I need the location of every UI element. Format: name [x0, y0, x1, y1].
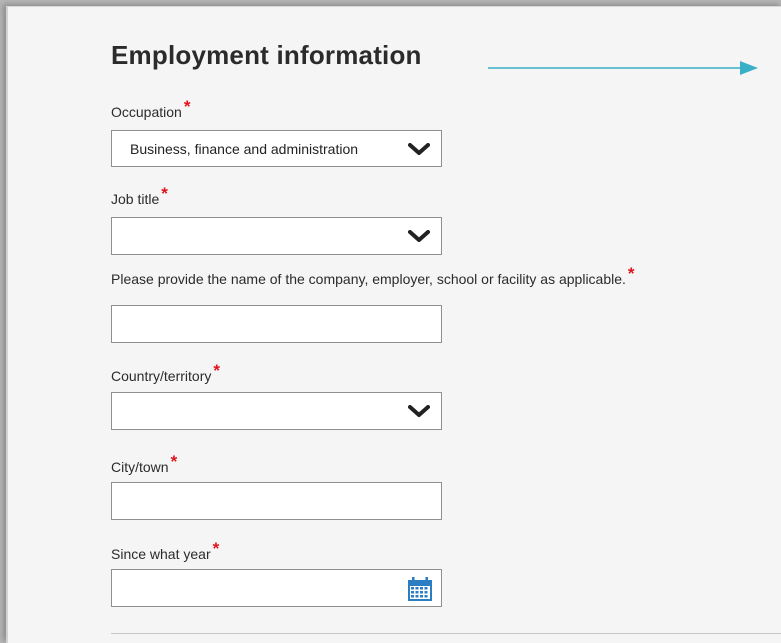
country-label: Country/territory * [111, 361, 220, 386]
section-title: Employment information [111, 40, 422, 70]
company-label: Please provide the name of the company, … [111, 264, 635, 289]
country-label-text: Country/territory [111, 368, 212, 384]
occupation-selected-value: Business, finance and administration [130, 141, 359, 157]
arrow-right-icon [488, 61, 758, 75]
city-input[interactable] [111, 482, 442, 520]
required-marker: * [161, 184, 168, 203]
occupation-select[interactable]: Business, finance and administration [111, 130, 442, 167]
company-label-text: Please provide the name of the company, … [111, 271, 626, 287]
required-marker: * [627, 264, 635, 283]
form-panel: Employment information Occupation * Busin… [6, 6, 781, 643]
occupation-label-text: Occupation [111, 104, 182, 120]
chevron-down-icon [408, 230, 430, 242]
chevron-down-icon [408, 405, 430, 417]
city-label: City/town * [111, 452, 177, 477]
section-divider [111, 633, 781, 634]
since-year-date-input[interactable] [111, 569, 442, 607]
required-marker: * [213, 361, 220, 380]
chevron-down-icon [408, 143, 430, 155]
since-year-label: Since what year * [111, 539, 219, 564]
since-year-label-text: Since what year [111, 546, 211, 562]
city-label-text: City/town [111, 459, 169, 475]
calendar-icon[interactable] [408, 577, 432, 601]
required-marker: * [183, 97, 191, 116]
company-name-input[interactable] [111, 305, 442, 343]
required-marker: * [212, 539, 220, 558]
job-title-label: Job title * [111, 184, 168, 209]
job-title-select[interactable] [111, 217, 442, 255]
occupation-label: Occupation * [111, 97, 190, 122]
required-marker: * [170, 452, 178, 471]
job-title-label-text: Job title [111, 191, 160, 207]
country-select[interactable] [111, 392, 442, 430]
